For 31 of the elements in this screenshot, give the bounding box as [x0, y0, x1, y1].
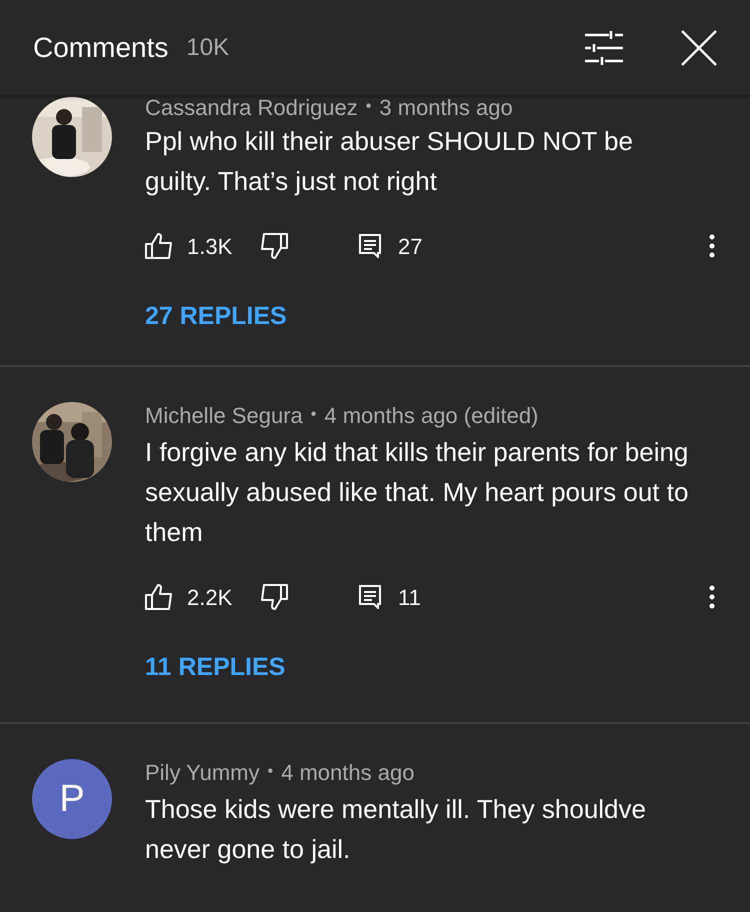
comment-time: 4 months ago (edited): [324, 402, 538, 430]
comment-icon[interactable]: [359, 234, 381, 258]
author-name[interactable]: Cassandra Rodriguez: [145, 95, 358, 124]
avatar: P: [32, 759, 112, 839]
filter-icon[interactable]: [585, 30, 623, 64]
separator-dot: •: [268, 762, 274, 782]
like-count: 2.2K: [187, 584, 234, 612]
comment-time: 3 months ago: [379, 95, 513, 122]
close-icon[interactable]: [681, 30, 717, 66]
author-name[interactable]: Pily Yummy: [145, 756, 260, 788]
separator-dot: •: [310, 405, 316, 425]
comment-count: 10K: [186, 32, 230, 62]
panel-title: Comments: [33, 30, 168, 64]
author-name[interactable]: Michelle Segura: [145, 398, 303, 432]
view-replies-link[interactable]: 11 REPLIES: [145, 652, 286, 682]
comment-icon[interactable]: [359, 585, 381, 609]
comment-text: Ppl who kill their abuser SHOULD NOT be guilty. That’s just not right: [145, 125, 634, 198]
comment-time: 4 months ago: [281, 758, 414, 787]
comment-text: Those kids were mentally ill. They shouldve never gone to jail.: [145, 793, 647, 866]
like-count: 1.3K: [187, 232, 234, 260]
reply-count: 27: [398, 232, 422, 260]
thumbs-up-icon[interactable]: [145, 584, 173, 610]
view-replies-link[interactable]: 27 REPLIES: [145, 301, 287, 331]
thumbs-down-icon[interactable]: [260, 233, 288, 259]
more-options-icon[interactable]: [709, 585, 715, 609]
thumbs-up-icon[interactable]: [145, 233, 173, 259]
separator-dot: •: [366, 97, 372, 117]
reply-count: 11: [398, 584, 421, 612]
comment-text: I forgive any kid that kills their parents for being sexually abused like that. My heart pours out to them: [145, 436, 690, 549]
more-options-icon[interactable]: [709, 234, 715, 258]
thumbs-down-icon[interactable]: [260, 584, 288, 610]
